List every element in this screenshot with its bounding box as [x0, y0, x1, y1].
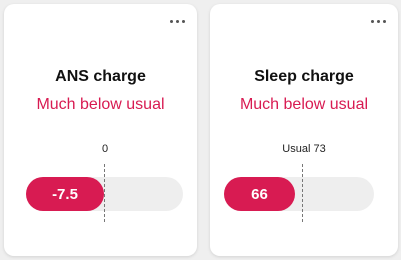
card-status: Much below usual: [36, 96, 165, 113]
more-options-icon[interactable]: [371, 20, 386, 23]
reference-label: Usual 73: [282, 143, 326, 155]
charge-cards-panel: ANS charge Much below usual 0 -7.5 Sleep…: [0, 0, 401, 260]
card-title: Sleep charge: [254, 68, 354, 85]
ans-charge-card[interactable]: ANS charge Much below usual 0 -7.5: [4, 4, 197, 256]
reference-marker: [302, 164, 303, 222]
reference-marker: [104, 164, 105, 222]
value-pill: 66: [224, 177, 295, 211]
sleep-charge-card[interactable]: Sleep charge Much below usual Usual 73 6…: [210, 4, 398, 256]
value-pill: -7.5: [26, 177, 104, 211]
reference-label: 0: [101, 143, 109, 155]
card-title: ANS charge: [55, 68, 146, 85]
more-options-icon[interactable]: [170, 20, 185, 23]
card-status: Much below usual: [239, 96, 369, 113]
